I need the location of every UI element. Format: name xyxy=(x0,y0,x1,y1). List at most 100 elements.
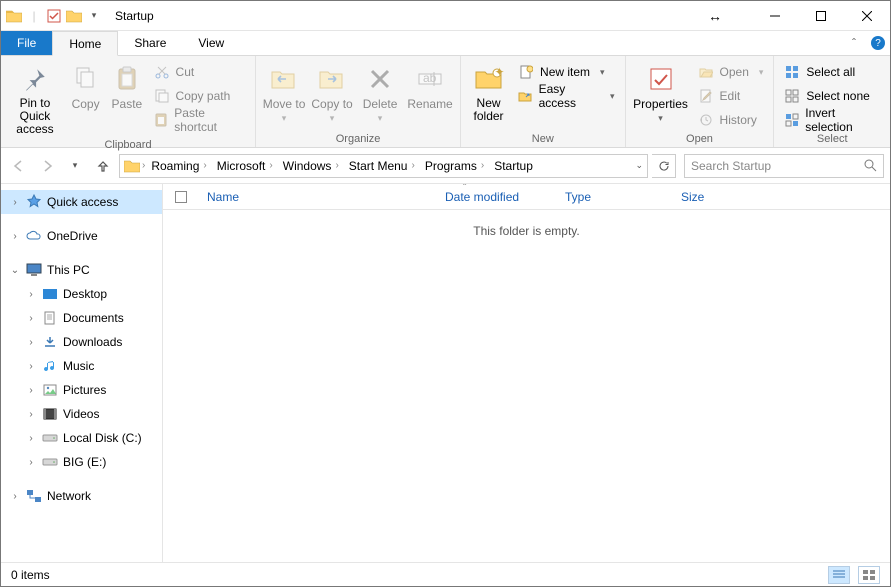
nav-music[interactable]: ›Music xyxy=(1,354,162,378)
up-button[interactable] xyxy=(91,154,115,178)
window-title: Startup xyxy=(107,9,154,23)
column-date[interactable]: Date modified xyxy=(437,190,557,204)
resize-cursor-icon: ↔ xyxy=(708,8,722,24)
breadcrumb-windows[interactable]: Windows› xyxy=(279,159,343,173)
downloads-icon xyxy=(41,333,59,351)
select-all-icon xyxy=(784,64,800,80)
maximize-button[interactable] xyxy=(798,1,844,31)
tab-home[interactable]: Home xyxy=(52,31,118,56)
svg-text:ab: ab xyxy=(423,71,437,85)
nav-quick-access[interactable]: ›Quick access xyxy=(1,190,162,214)
pin-quick-access-button[interactable]: Pin to Quick access xyxy=(7,59,63,137)
nav-videos[interactable]: ›Videos xyxy=(1,402,162,426)
empty-folder-message: This folder is empty. xyxy=(163,210,890,238)
breadcrumb-roaming[interactable]: Roaming› xyxy=(147,159,210,173)
address-dropdown[interactable]: ⌄ xyxy=(635,160,643,171)
paste-icon xyxy=(111,63,143,95)
cut-button[interactable]: Cut xyxy=(150,61,250,83)
history-icon xyxy=(698,112,714,128)
select-all-checkbox[interactable] xyxy=(163,191,199,203)
videos-icon xyxy=(41,405,59,423)
copy-label: Copy xyxy=(72,97,100,111)
easy-access-button[interactable]: Easy access▾ xyxy=(514,85,619,107)
status-bar: 0 items xyxy=(1,562,890,586)
nav-big-e[interactable]: ›BIG (E:) xyxy=(1,450,162,474)
properties-icon xyxy=(645,63,677,95)
address-folder-icon xyxy=(124,159,140,173)
nav-onedrive[interactable]: ›OneDrive xyxy=(1,224,162,248)
delete-icon xyxy=(364,63,396,95)
search-icon xyxy=(864,159,877,172)
column-name[interactable]: Name xyxy=(199,190,437,204)
close-button[interactable] xyxy=(844,1,890,31)
qat-newfolder-icon[interactable] xyxy=(65,7,83,25)
drive-icon xyxy=(41,453,59,471)
select-none-button[interactable]: Select none xyxy=(780,85,884,107)
copy-path-button[interactable]: Copy path xyxy=(150,85,250,107)
content-pane: Name ˆ Date modified Type Size This fold… xyxy=(163,184,890,562)
copy-button[interactable]: Copy xyxy=(67,59,104,111)
address-bar[interactable]: › Roaming› Microsoft› Windows› Start Men… xyxy=(119,154,648,178)
rename-button[interactable]: ab Rename xyxy=(406,59,454,111)
new-group-label: New xyxy=(467,131,618,145)
ribbon-group-new: ✦ New folder New item▾ Easy access▾ New xyxy=(461,56,625,147)
invert-selection-button[interactable]: Invert selection xyxy=(780,109,884,131)
cut-icon xyxy=(154,64,170,80)
tab-view[interactable]: View xyxy=(182,31,240,55)
nav-local-disk-c[interactable]: ›Local Disk (C:) xyxy=(1,426,162,450)
details-view-button[interactable] xyxy=(828,566,850,584)
copy-path-icon xyxy=(154,88,170,104)
breadcrumb-startup[interactable]: Startup xyxy=(490,159,537,173)
large-icons-view-button[interactable] xyxy=(858,566,880,584)
help-button[interactable]: ? xyxy=(866,31,890,55)
forward-button[interactable] xyxy=(35,154,59,178)
copy-to-button[interactable]: Copy to▾ xyxy=(310,59,354,124)
drive-icon xyxy=(41,429,59,447)
tab-share[interactable]: Share xyxy=(118,31,182,55)
qat-customize-dropdown[interactable]: ▾ xyxy=(85,7,103,25)
nav-this-pc[interactable]: ⌄This PC xyxy=(1,258,162,282)
navigation-pane[interactable]: ›Quick access ›OneDrive ⌄This PC ›Deskto… xyxy=(1,184,163,562)
delete-button[interactable]: Delete▾ xyxy=(358,59,402,124)
nav-pictures[interactable]: ›Pictures xyxy=(1,378,162,402)
properties-button[interactable]: Properties▾ xyxy=(632,59,690,124)
new-folder-icon: ✦ xyxy=(473,63,505,95)
paste-shortcut-button[interactable]: Paste shortcut xyxy=(150,109,250,131)
back-button[interactable] xyxy=(7,154,31,178)
breadcrumb-programs[interactable]: Programs› xyxy=(421,159,488,173)
chevron-right-icon[interactable]: › xyxy=(142,160,145,171)
nav-desktop[interactable]: ›Desktop xyxy=(1,282,162,306)
open-button[interactable]: Open▾ xyxy=(694,61,768,83)
ribbon-group-organize: Move to▾ Copy to▾ Delete▾ ab Rename Orga… xyxy=(256,56,461,147)
rename-icon: ab xyxy=(414,63,446,95)
move-to-button[interactable]: Move to▾ xyxy=(262,59,306,124)
pin-label: Pin to Quick access xyxy=(7,97,63,137)
refresh-button[interactable] xyxy=(652,154,676,178)
edit-button[interactable]: Edit xyxy=(694,85,768,107)
qat-properties-icon[interactable] xyxy=(45,7,63,25)
minimize-button[interactable] xyxy=(752,1,798,31)
breadcrumb-microsoft[interactable]: Microsoft› xyxy=(213,159,277,173)
nav-network[interactable]: ›Network xyxy=(1,484,162,508)
search-box[interactable] xyxy=(684,154,884,178)
help-icon: ? xyxy=(871,36,885,50)
collapse-ribbon-button[interactable]: ˆ xyxy=(842,31,866,55)
new-folder-button[interactable]: ✦ New folder xyxy=(467,59,510,123)
column-size[interactable]: Size xyxy=(673,190,753,204)
column-headers: Name ˆ Date modified Type Size xyxy=(163,184,890,210)
nav-downloads[interactable]: ›Downloads xyxy=(1,330,162,354)
paste-button[interactable]: Paste xyxy=(108,59,145,111)
ribbon-group-open: Properties▾ Open▾ Edit History Open xyxy=(626,56,775,147)
nav-documents[interactable]: ›Documents xyxy=(1,306,162,330)
column-type[interactable]: Type xyxy=(557,190,673,204)
history-button[interactable]: History xyxy=(694,109,768,131)
new-item-button[interactable]: New item▾ xyxy=(514,61,619,83)
title-bar: | ▾ Startup ↔ xyxy=(1,1,890,31)
breadcrumb-startmenu[interactable]: Start Menu› xyxy=(345,159,419,173)
select-group-label: Select xyxy=(780,131,884,145)
recent-locations-button[interactable]: ▾ xyxy=(63,154,87,178)
search-input[interactable] xyxy=(691,159,864,173)
tab-file[interactable]: File xyxy=(1,31,52,55)
select-all-button[interactable]: Select all xyxy=(780,61,884,83)
move-to-icon xyxy=(268,63,300,95)
